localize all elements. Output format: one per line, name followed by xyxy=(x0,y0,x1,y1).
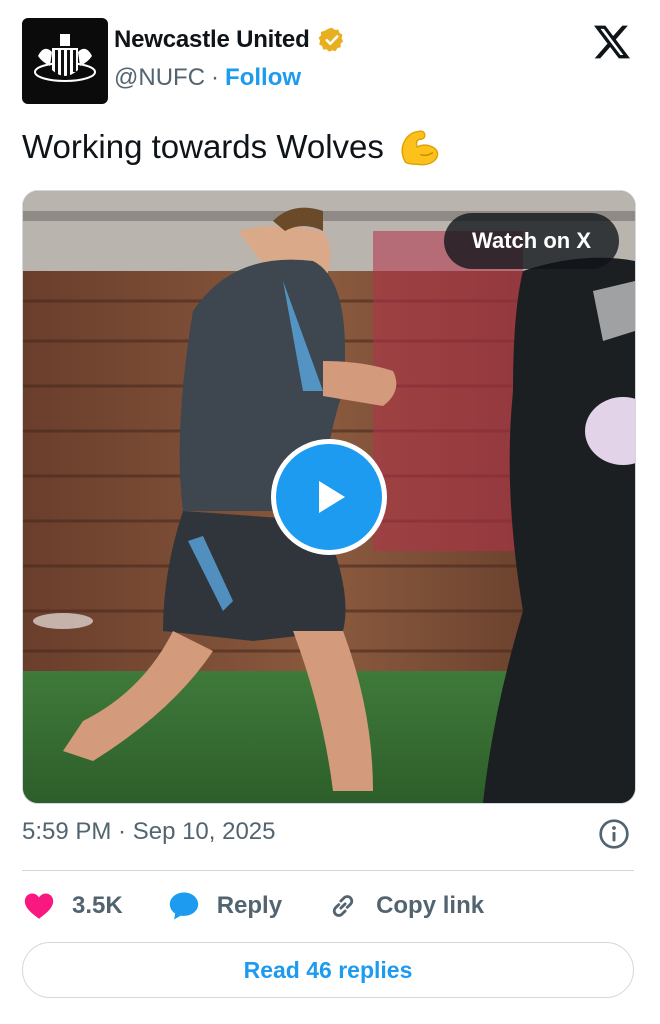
flexed-biceps-emoji-icon xyxy=(401,130,439,166)
info-icon[interactable] xyxy=(598,818,630,850)
link-icon xyxy=(332,895,354,917)
video-thumbnail[interactable]: Watch on X xyxy=(22,190,636,804)
watch-on-x-label: Watch on X xyxy=(472,228,591,253)
tweet-text-content: Working towards Wolves xyxy=(22,128,384,165)
author-handle[interactable]: @NUFC xyxy=(114,64,205,92)
reply-action[interactable]: Reply xyxy=(167,889,282,923)
separator-dot: · xyxy=(211,64,220,91)
reply-label: Reply xyxy=(216,892,283,919)
read-replies-button[interactable]: Read 46 replies xyxy=(22,942,634,998)
divider xyxy=(22,870,634,871)
like-action[interactable]: 3.5K xyxy=(22,889,123,923)
action-bar: 3.5K Reply Copy link xyxy=(22,884,528,928)
like-count: 3.5K xyxy=(72,892,123,919)
heart-icon xyxy=(24,893,54,919)
follow-button[interactable]: Follow xyxy=(225,64,301,92)
play-button[interactable] xyxy=(271,439,387,555)
tweet-timestamp[interactable]: 5:59 PM · Sep 10, 2025 xyxy=(22,818,276,846)
author-name-row: Newcastle United xyxy=(114,26,346,54)
nufc-crest-icon xyxy=(34,34,96,82)
copy-link-action[interactable]: Copy link xyxy=(326,889,484,923)
play-icon xyxy=(319,481,345,513)
author-avatar[interactable] xyxy=(22,18,108,104)
watch-on-x-button[interactable]: Watch on X xyxy=(444,213,619,269)
author-handle-row: @NUFC · Follow xyxy=(114,64,301,92)
tweet-text: Working towards Wolves xyxy=(22,124,442,170)
author-name[interactable]: Newcastle United xyxy=(114,26,310,54)
verified-badge-icon xyxy=(318,27,343,52)
x-logo-icon[interactable] xyxy=(592,22,632,62)
reply-bubble-icon xyxy=(169,892,198,920)
copy-link-label: Copy link xyxy=(376,892,485,919)
read-replies-label: Read 46 replies xyxy=(243,956,413,983)
embedded-tweet-card: Newcastle United @NUFC · Follow Working … xyxy=(0,0,660,1024)
